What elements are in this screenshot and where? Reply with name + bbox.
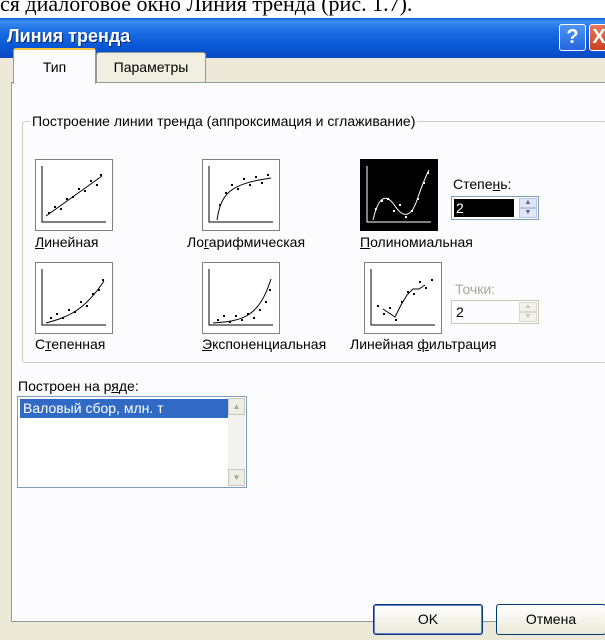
- exponential-trend-label[interactable]: Экспоненциальная: [202, 336, 326, 352]
- tab-parameters[interactable]: Параметры: [96, 52, 206, 82]
- degree-spinner[interactable]: 2 ▲ ▼: [451, 196, 539, 220]
- points-label: Точки:: [455, 281, 496, 297]
- polynomial-trend-icon: [366, 166, 431, 223]
- linear-trend-label[interactable]: Линейная: [35, 234, 98, 250]
- close-button[interactable]: X: [589, 24, 605, 51]
- points-spinner: 2 ▲ ▼: [451, 300, 539, 324]
- listbox-scrollbar[interactable]: ▲ ▼: [228, 398, 245, 486]
- tab-type[interactable]: Тип: [13, 48, 96, 84]
- linear-trend-option[interactable]: [35, 159, 113, 231]
- exponential-trend-icon: [208, 269, 273, 326]
- degree-value[interactable]: 2: [454, 199, 514, 217]
- logarithmic-trend-label[interactable]: Логарифмическая: [187, 234, 305, 250]
- polynomial-trend-label[interactable]: Полиномиальная: [360, 234, 473, 250]
- linear-trend-icon: [41, 166, 106, 223]
- series-listbox[interactable]: Валовый сбор, млн. т ▲ ▼: [17, 396, 247, 488]
- scroll-up-icon[interactable]: ▲: [228, 398, 245, 415]
- logarithmic-trend-option[interactable]: [202, 159, 280, 231]
- exponential-trend-option[interactable]: [202, 262, 280, 334]
- ok-button[interactable]: OK: [373, 604, 483, 635]
- degree-label: Степень:: [453, 176, 512, 192]
- moving-average-trend-icon: [370, 269, 435, 326]
- degree-spin-arrows[interactable]: ▲ ▼: [519, 198, 537, 218]
- spin-up-icon[interactable]: ▲: [519, 198, 537, 208]
- spin-down-icon: ▼: [519, 312, 537, 322]
- spin-down-icon[interactable]: ▼: [519, 208, 537, 218]
- logarithmic-trend-icon: [208, 166, 273, 223]
- trend-type-group-label: Построение линии тренда (аппроксимация и…: [30, 113, 418, 129]
- help-button[interactable]: ?: [559, 24, 586, 51]
- points-value: 2: [456, 304, 464, 320]
- points-spin-arrows: ▲ ▼: [519, 302, 537, 322]
- polynomial-trend-option[interactable]: [360, 159, 438, 231]
- document-text: ся диалоговое окно Линия тренда (рис. 1.…: [0, 0, 413, 16]
- scroll-down-icon[interactable]: ▼: [228, 469, 245, 486]
- spin-up-icon: ▲: [519, 302, 537, 312]
- cancel-button[interactable]: Отмена: [496, 604, 605, 635]
- moving-average-trend-label[interactable]: Линейная фильтрация: [350, 336, 496, 352]
- dialog-title: Линия тренда: [7, 26, 131, 46]
- power-trend-icon: [41, 269, 106, 326]
- power-trend-option[interactable]: [35, 262, 113, 334]
- list-item[interactable]: Валовый сбор, млн. т: [20, 399, 228, 418]
- series-label: Построен на ряде:: [18, 378, 139, 394]
- power-trend-label[interactable]: Степенная: [35, 336, 105, 352]
- moving-average-trend-option[interactable]: [364, 262, 442, 334]
